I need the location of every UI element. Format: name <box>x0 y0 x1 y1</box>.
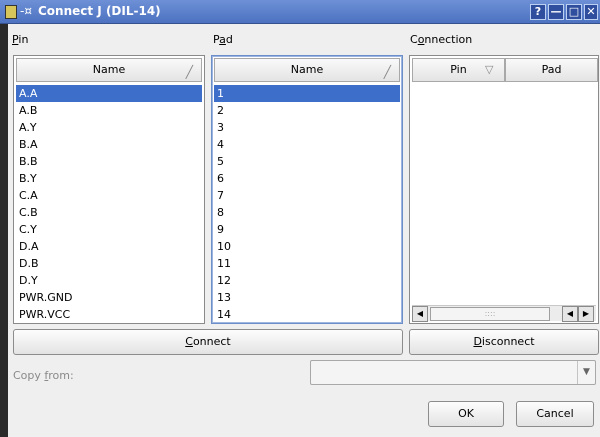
pin-list-item[interactable]: B.B <box>16 153 202 170</box>
pin-list-item[interactable]: D.A <box>16 238 202 255</box>
sort-icon: ╱ <box>383 65 391 79</box>
copy-from-combobox[interactable]: ▼ <box>310 360 596 385</box>
pad-list-item[interactable]: 1 <box>214 85 400 102</box>
pad-list-item[interactable]: 5 <box>214 153 400 170</box>
pad-list-item[interactable]: 10 <box>214 238 400 255</box>
pin-list-item[interactable]: B.Y <box>16 170 202 187</box>
app-icon[interactable] <box>5 5 17 19</box>
cancel-button[interactable]: Cancel <box>516 401 594 427</box>
pad-list-item[interactable]: 4 <box>214 136 400 153</box>
pad-list[interactable]: Name ╱ 1 2 3 4 5 6 7 8 9 10 11 12 13 14 <box>211 55 403 324</box>
pad-list-item[interactable]: 12 <box>214 272 400 289</box>
connect-button[interactable]: Connect <box>13 329 403 355</box>
pad-list-item[interactable]: 2 <box>214 102 400 119</box>
pad-rows: 1 2 3 4 5 6 7 8 9 10 11 12 13 14 <box>214 85 400 323</box>
pin-list-item[interactable]: B.A <box>16 136 202 153</box>
pad-list-item[interactable]: 7 <box>214 187 400 204</box>
connection-list[interactable]: Pin ▽ Pad ◀ :::: ◀ ▶ <box>409 55 599 324</box>
pad-list-item[interactable]: 3 <box>214 119 400 136</box>
ok-button[interactable]: OK <box>428 401 504 427</box>
pin-list-item[interactable]: C.Y <box>16 221 202 238</box>
scrollbar-thumb[interactable]: :::: <box>430 307 550 321</box>
pin-label: Pin <box>12 33 29 46</box>
minimize-icon[interactable]: — <box>548 4 564 20</box>
window-title: Connect J (DIL-14) <box>38 4 161 18</box>
help-icon[interactable]: ? <box>530 4 546 20</box>
close-icon[interactable]: ✕ <box>584 4 598 20</box>
pin-list[interactable]: Name ╱ A.A A.B A.Y B.A B.B B.Y C.A C.B C.Y D.A D.B… <box>13 55 205 324</box>
pad-list-item[interactable]: 11 <box>214 255 400 272</box>
disconnect-button[interactable]: Disconnect <box>409 329 599 355</box>
sort-desc-icon: ▽ <box>485 63 494 76</box>
maximize-icon[interactable]: □ <box>566 4 582 20</box>
pin-list-item[interactable]: PWR.VCC <box>16 306 202 323</box>
connection-pad-column-header[interactable]: Pad <box>505 58 598 82</box>
pin-list-item[interactable]: C.A <box>16 187 202 204</box>
horizontal-scrollbar[interactable]: ◀ :::: ◀ ▶ <box>412 305 596 322</box>
pad-name-column-header[interactable]: Name ╱ <box>214 58 400 82</box>
pin-list-item[interactable]: A.Y <box>16 119 202 136</box>
pin-list-item[interactable]: D.Y <box>16 272 202 289</box>
pin-icon[interactable]: -¤ <box>20 4 32 18</box>
pad-list-item[interactable]: 6 <box>214 170 400 187</box>
connection-pin-column-header[interactable]: Pin ▽ <box>412 58 505 82</box>
pad-list-item[interactable]: 14 <box>214 306 400 323</box>
pin-list-item[interactable]: D.B <box>16 255 202 272</box>
sort-icon: ╱ <box>185 65 193 79</box>
pad-list-item[interactable]: 9 <box>214 221 400 238</box>
chevron-down-icon[interactable]: ▼ <box>577 361 595 384</box>
pin-list-item[interactable]: A.B <box>16 102 202 119</box>
scroll-left-icon[interactable]: ◀ <box>412 306 428 322</box>
pad-list-item[interactable]: 8 <box>214 204 400 221</box>
pin-rows: A.A A.B A.Y B.A B.B B.Y C.A C.B C.Y D.A D.B D.Y PWR.… <box>16 85 202 323</box>
connection-label: Connection <box>410 33 473 46</box>
pin-list-item[interactable]: A.A <box>16 85 202 102</box>
pad-label: Pad <box>213 33 233 46</box>
pin-name-column-header[interactable]: Name ╱ <box>16 58 202 82</box>
pin-list-item[interactable]: PWR.GND <box>16 289 202 306</box>
pin-list-item[interactable]: C.B <box>16 204 202 221</box>
window-left-border <box>0 24 8 437</box>
scroll-left-icon[interactable]: ◀ <box>562 306 578 322</box>
copy-from-label: Copy from: <box>13 369 74 382</box>
pad-list-item[interactable]: 13 <box>214 289 400 306</box>
scroll-right-icon[interactable]: ▶ <box>578 306 594 322</box>
